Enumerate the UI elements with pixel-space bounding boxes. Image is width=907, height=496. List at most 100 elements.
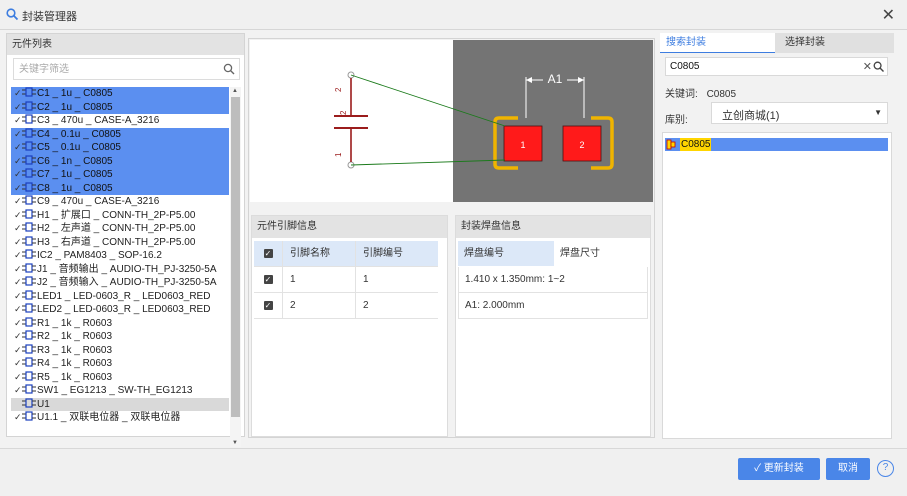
component-label: C6 _ 1n _ C0805 — [37, 155, 113, 167]
check-icon: ✓ — [14, 236, 22, 247]
component-icon — [22, 384, 36, 394]
list-item[interactable]: ✓ R3 _ 1k _ R0603 — [11, 344, 229, 358]
list-item[interactable]: ✓ C4 _ 0.1u _ C0805 — [11, 127, 229, 141]
search-icon — [6, 8, 19, 21]
search-icon[interactable] — [223, 63, 235, 75]
list-item[interactable]: ✓ R4 _ 1k _ R0603 — [11, 357, 229, 371]
help-icon[interactable]: ? — [877, 460, 894, 477]
component-label: R4 _ 1k _ R0603 — [37, 358, 113, 369]
component-icon — [22, 357, 36, 367]
list-item[interactable]: U1 — [11, 397, 229, 411]
pin-info-panel: 元件引脚信息 ✓ 引脚名称 引脚编号 ✓ 1 1 ✓ 2 2 — [251, 215, 448, 437]
vertical-scrollbar[interactable]: ▲ ▼ — [230, 87, 241, 447]
check-icon: ✓ — [14, 209, 22, 220]
select-all-checkbox[interactable]: ✓ — [263, 248, 273, 258]
scroll-up-icon[interactable]: ▲ — [232, 88, 238, 94]
component-label: C5 _ 0.1u _ C0805 — [37, 142, 121, 153]
search-icon[interactable] — [873, 61, 884, 72]
tab-pad-number[interactable]: 焊盘编号 — [458, 241, 554, 266]
list-item[interactable]: ✓ C5 _ 0.1u _ C0805 — [11, 141, 229, 155]
list-item[interactable]: C0805 — [665, 138, 888, 151]
scroll-down-icon[interactable]: ▼ — [232, 440, 238, 446]
list-item[interactable]: ✓ J1 _ 音频输出 _ AUDIO-TH_PJ-3250-5A — [11, 263, 229, 277]
component-label: C1 _ 1u _ C0805 — [37, 88, 113, 99]
row-checkbox[interactable]: ✓ — [263, 274, 273, 284]
list-item[interactable]: ✓ C2 _ 1u _ C0805 — [11, 100, 229, 114]
pin-label: 1 — [334, 152, 343, 157]
check-icon: ✓ — [14, 290, 22, 301]
list-item[interactable]: ✓ C9 _ 470u _ CASE-A_3216 — [11, 195, 229, 209]
row-checkbox[interactable]: ✓ — [263, 300, 273, 310]
list-item[interactable]: ✓ LED1 _ LED-0603_R _ LED0603_RED — [11, 290, 229, 304]
component-icon — [22, 114, 36, 124]
component-label: C7 _ 1u _ C0805 — [37, 169, 113, 180]
pin-name-cell: 2 — [284, 293, 356, 319]
tab-search-package[interactable]: 搜索封装 — [660, 33, 775, 53]
tab-pad-size[interactable]: 焊盘尺寸 — [554, 241, 648, 266]
component-label: LED1 _ LED-0603_R _ LED0603_RED — [37, 290, 211, 302]
title-bar: 封装管理器 ✕ — [0, 0, 907, 30]
check-icon: ✓ — [14, 182, 22, 193]
list-item[interactable]: ✓ U1.1 _ 双联电位器 _ 双联电位器 — [11, 411, 229, 425]
keyword-value: C0805 — [706, 89, 737, 100]
close-icon[interactable]: ✕ — [882, 5, 895, 25]
pad-info-panel: 封装焊盘信息 焊盘编号 焊盘尺寸 1.410 x 1.350mm: 1~2 A1… — [455, 215, 651, 437]
tab-select-package[interactable]: 选择封装 — [775, 33, 894, 53]
component-icon — [22, 411, 36, 421]
list-item[interactable]: ✓ IC2 _ PAM8403 _ SOP-16.2 — [11, 249, 229, 263]
package-search-input[interactable] — [666, 58, 856, 75]
cancel-button[interactable]: 取消 — [826, 458, 870, 480]
chevron-down-icon[interactable]: ▼ — [874, 108, 882, 117]
component-label: J1 _ 音频输出 _ AUDIO-TH_PJ-3250-5A — [37, 263, 217, 275]
table-row[interactable]: ✓ 1 1 — [254, 267, 438, 293]
component-label: C9 _ 470u _ CASE-A_3216 — [37, 196, 160, 207]
pin-info-header: 元件引脚信息 — [252, 216, 447, 238]
footprint-drawing: A1 1 2 — [493, 72, 614, 170]
component-icon — [22, 222, 36, 232]
component-label: H3 _ 右声道 _ CONN-TH_2P-P5.00 — [37, 236, 196, 248]
list-item[interactable]: ✓ H3 _ 右声道 _ CONN-TH_2P-P5.00 — [11, 236, 229, 250]
list-item[interactable]: ✓ R2 _ 1k _ R0603 — [11, 330, 229, 344]
component-list-panel: 元件列表 ✓ C1 _ 1u _ C0805 ✓ C2 _ 1u _ C0805 ✓ C3… — [6, 33, 245, 461]
clear-icon[interactable]: ✕ — [863, 60, 872, 73]
component-label: U1 — [37, 398, 50, 410]
list-item[interactable]: ✓ J2 _ 音频输入 _ AUDIO-TH_PJ-3250-5A — [11, 276, 229, 290]
list-item[interactable]: ✓ R1 _ 1k _ R0603 — [11, 317, 229, 331]
check-icon: ✓ — [14, 101, 22, 112]
list-item[interactable]: ✓ SW1 _ EG1213 _ SW-TH_EG1213 — [11, 384, 229, 398]
list-item[interactable]: ✓ C6 _ 1n _ C0805 — [11, 154, 229, 168]
keyword-filter-input[interactable] — [14, 59, 214, 79]
list-item[interactable]: ✓ C1 _ 1u _ C0805 — [11, 87, 229, 101]
footprint-icon — [666, 139, 676, 150]
component-label: R5 _ 1k _ R0603 — [37, 371, 113, 383]
list-item[interactable]: ✓ C3 _ 470u _ CASE-A_3216 — [11, 114, 229, 128]
pin-label: 2 — [334, 87, 343, 92]
component-icon — [22, 87, 36, 97]
component-label: LED2 _ LED-0603_R _ LED0603_RED — [37, 304, 211, 315]
list-item[interactable]: ✓ C8 _ 1u _ C0805 — [11, 181, 229, 195]
column-header-pin-name: 引脚名称 — [284, 241, 356, 267]
package-results-list: C0805 — [662, 132, 892, 439]
preview-panel: 2 1 2 A1 1 2 元件引脚信息 ✓ 引脚名称 引脚编号 ✓ 1 1 ✓ … — [248, 38, 655, 438]
list-item[interactable]: ✓ LED2 _ LED-0603_R _ LED0603_RED — [11, 303, 229, 317]
component-label: C4 _ 0.1u _ C0805 — [37, 128, 121, 140]
keyword-label: 关键词: — [665, 89, 698, 100]
component-icon — [22, 303, 36, 313]
list-item[interactable]: ✓ R5 _ 1k _ R0603 — [11, 371, 229, 385]
package-search-box: ✕ — [665, 57, 888, 76]
update-package-button[interactable]: ✓ 更新封装 — [738, 458, 820, 480]
component-label: C8 _ 1u _ C0805 — [37, 182, 113, 194]
list-item[interactable]: ✓ H1 _ 扩展口 _ CONN-TH_2P-P5.00 — [11, 209, 229, 223]
dialog-title: 封装管理器 — [22, 11, 77, 23]
table-row[interactable]: ✓ 2 2 — [254, 293, 438, 319]
component-label: C3 _ 470u _ CASE-A_3216 — [37, 115, 160, 126]
list-item[interactable]: ✓ C7 _ 1u _ C0805 — [11, 168, 229, 182]
check-icon: ✓ — [14, 88, 22, 98]
filter-box — [13, 58, 240, 80]
list-item[interactable]: ✓ H2 _ 左声道 _ CONN-TH_2P-P5.00 — [11, 222, 229, 236]
component-icon — [22, 330, 36, 340]
component-icon — [22, 290, 36, 300]
component-icon — [22, 236, 36, 246]
scrollbar-thumb[interactable] — [231, 97, 240, 417]
library-select[interactable]: 立创商城(1) ▼ — [711, 102, 888, 124]
